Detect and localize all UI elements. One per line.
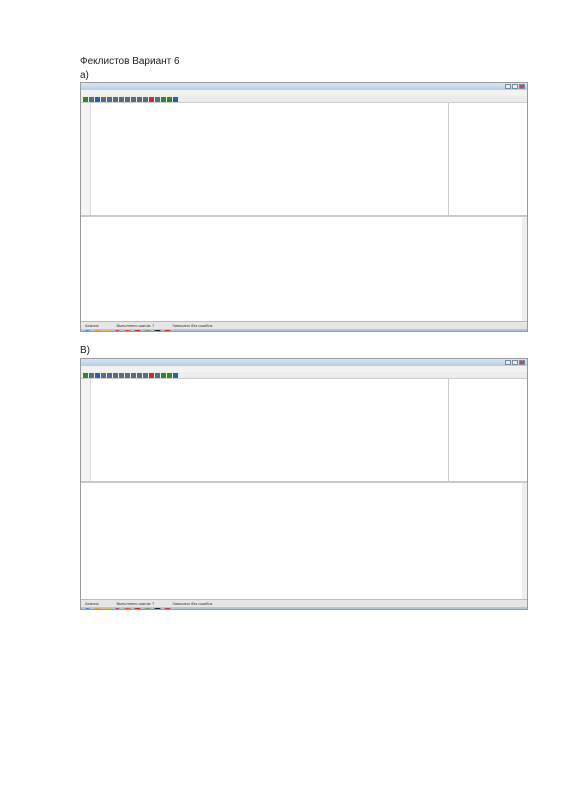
draw-icon[interactable] — [167, 372, 172, 378]
folder-icon[interactable] — [104, 330, 111, 331]
variables-panel — [448, 103, 527, 215]
status-steps: Выполнено шагов: 7 — [116, 601, 155, 606]
windows-taskbar — [81, 607, 527, 609]
paste-icon[interactable] — [113, 96, 118, 102]
toolbar[interactable] — [81, 372, 527, 379]
section-b-label: В) — [80, 345, 90, 356]
close-icon[interactable] — [519, 84, 525, 89]
yandex-icon[interactable] — [134, 608, 141, 609]
maximize-icon[interactable] — [512, 84, 518, 89]
maximize-icon[interactable] — [512, 360, 518, 365]
run-icon[interactable] — [131, 96, 136, 102]
start-orb-icon[interactable] — [84, 608, 91, 609]
robot-icon[interactable] — [161, 96, 166, 102]
kumir-icon[interactable] — [154, 330, 161, 331]
program-code[interactable] — [91, 103, 448, 215]
window-titlebar — [81, 83, 527, 90]
step-into-icon[interactable] — [143, 96, 148, 102]
cut-icon[interactable] — [101, 372, 106, 378]
settings-icon[interactable] — [173, 372, 178, 378]
copy-icon[interactable] — [107, 96, 112, 102]
tool-icon[interactable] — [144, 608, 151, 609]
opera-icon[interactable] — [114, 608, 121, 609]
document-title: Феклистов Вариант 6 — [80, 56, 180, 67]
status-bar: Анализ Выполнено шагов: 7 Записано без о… — [81, 321, 527, 329]
open-icon[interactable] — [89, 372, 94, 378]
step-into-icon[interactable] — [143, 372, 148, 378]
close-icon[interactable] — [519, 360, 525, 365]
yandex-icon[interactable] — [134, 330, 141, 331]
office-icon[interactable] — [124, 330, 131, 331]
robot-icon[interactable] — [161, 372, 166, 378]
minimize-icon[interactable] — [505, 84, 511, 89]
office-icon[interactable] — [124, 608, 131, 609]
output-console — [81, 483, 527, 599]
redo-icon[interactable] — [125, 96, 130, 102]
line-numbers — [81, 379, 91, 481]
windows-taskbar — [81, 329, 527, 331]
pause-icon[interactable] — [155, 96, 160, 102]
toolbar[interactable] — [81, 96, 527, 103]
status-saved: Записано без ошибок — [172, 323, 213, 328]
variables-panel — [448, 379, 527, 481]
stop-icon[interactable] — [149, 96, 154, 102]
screenshot-b: Анализ Выполнено шагов: 7 Записано без о… — [80, 358, 528, 610]
new-file-icon[interactable] — [83, 96, 88, 102]
redo-icon[interactable] — [125, 372, 130, 378]
window-titlebar — [81, 359, 527, 366]
run-icon[interactable] — [131, 372, 136, 378]
line-numbers — [81, 103, 91, 215]
cut-icon[interactable] — [101, 96, 106, 102]
program-code[interactable] — [91, 379, 448, 481]
media-player-icon[interactable] — [94, 608, 101, 609]
folder-icon[interactable] — [104, 608, 111, 609]
kumir-icon[interactable] — [154, 608, 161, 609]
status-bar: Анализ Выполнено шагов: 7 Записано без о… — [81, 599, 527, 607]
yandex-browser-icon[interactable] — [164, 330, 171, 331]
save-icon[interactable] — [95, 372, 100, 378]
status-saved: Записано без ошибок — [172, 601, 213, 606]
undo-icon[interactable] — [119, 372, 124, 378]
media-player-icon[interactable] — [94, 330, 101, 331]
draw-icon[interactable] — [167, 96, 172, 102]
minimize-icon[interactable] — [505, 360, 511, 365]
step-icon[interactable] — [137, 372, 142, 378]
start-orb-icon[interactable] — [84, 330, 91, 331]
yandex-browser-icon[interactable] — [164, 608, 171, 609]
step-icon[interactable] — [137, 96, 142, 102]
new-file-icon[interactable] — [83, 372, 88, 378]
save-icon[interactable] — [95, 96, 100, 102]
undo-icon[interactable] — [119, 96, 124, 102]
status-steps: Выполнено шагов: 7 — [116, 323, 155, 328]
opera-icon[interactable] — [114, 330, 121, 331]
paste-icon[interactable] — [113, 372, 118, 378]
pause-icon[interactable] — [155, 372, 160, 378]
screenshot-a: Анализ Выполнено шагов: 7 Записано без о… — [80, 82, 528, 332]
status-analysis: Анализ — [85, 323, 99, 328]
tool-icon[interactable] — [144, 330, 151, 331]
code-editor[interactable] — [81, 103, 527, 217]
open-icon[interactable] — [89, 96, 94, 102]
copy-icon[interactable] — [107, 372, 112, 378]
section-a-label: а) — [80, 70, 89, 81]
code-editor[interactable] — [81, 379, 527, 483]
status-analysis: Анализ — [85, 601, 99, 606]
stop-icon[interactable] — [149, 372, 154, 378]
settings-icon[interactable] — [173, 96, 178, 102]
output-console — [81, 217, 527, 321]
